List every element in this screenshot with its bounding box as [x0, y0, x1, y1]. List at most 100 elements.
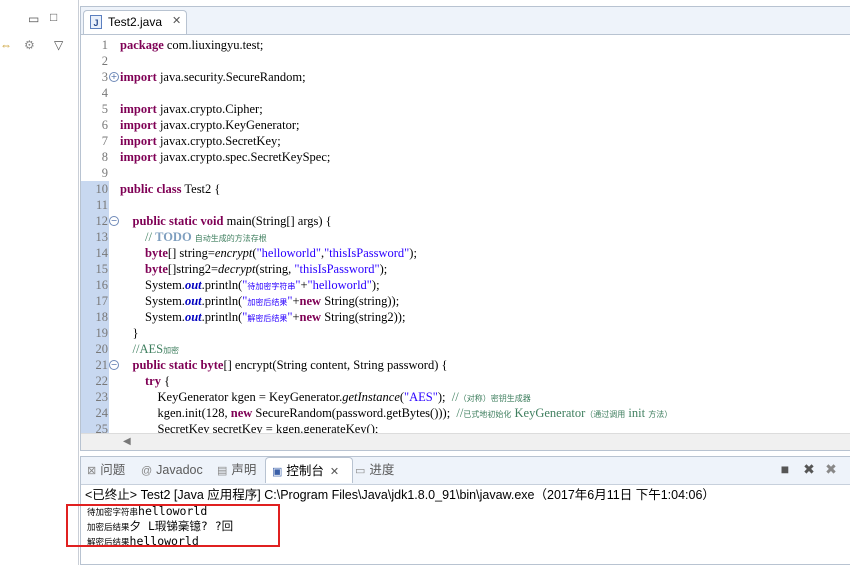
progress-icon: ▭	[355, 465, 366, 477]
code-line[interactable]: 22 try {	[81, 373, 850, 389]
code-line[interactable]: 10 public class Test2 {	[81, 181, 850, 197]
line-number: 9	[101, 166, 108, 180]
tab-label: 声明	[231, 463, 257, 477]
line-number: 21	[95, 358, 109, 372]
minimize-icon[interactable]: ▭	[28, 12, 39, 26]
code-editor: J Test2.java ✕ 1 package com.liuxingyu.te…	[80, 6, 850, 451]
code-line[interactable]: 15 byte[]string2=decrypt(string, "thisIs…	[81, 261, 850, 277]
line-number: 11	[95, 198, 108, 212]
filter-icon[interactable]: ⚙	[24, 38, 35, 52]
terminate-icon[interactable]: ■	[777, 461, 793, 477]
tab-test2-java[interactable]: J Test2.java ✕	[83, 10, 187, 34]
code-line[interactable]: 11	[81, 197, 850, 213]
code-line[interactable]: 21− public static byte[] encrypt(String …	[81, 357, 850, 373]
line-number: 18	[95, 310, 109, 324]
code-line[interactable]: 2	[81, 53, 850, 69]
code-line[interactable]: 17 System.out.println("加密后结果"+new String…	[81, 293, 850, 309]
close-icon[interactable]: ✕	[172, 14, 181, 27]
view-menu-icon[interactable]: ▽	[54, 38, 63, 52]
line-number: 16	[95, 278, 109, 292]
tab-label: 进度	[369, 463, 395, 477]
line-number: 8	[101, 150, 108, 164]
tab-label: Javadoc	[156, 463, 203, 477]
remove-launch-icon[interactable]: ✖	[801, 461, 817, 477]
tab-problems[interactable]: ⊠ 问题	[87, 457, 125, 483]
tab-progress[interactable]: ▭ 进度	[355, 457, 394, 483]
problems-icon: ⊠	[87, 465, 97, 477]
highlight-annotation-box	[66, 504, 280, 547]
horizontal-scrollbar[interactable]: ◀	[81, 433, 850, 450]
line-number: 13	[95, 230, 109, 244]
line-number: 6	[101, 118, 108, 132]
tab-title: Test2.java	[108, 15, 163, 29]
code-line[interactable]: 20 //AES加密	[81, 341, 850, 357]
tab-declaration[interactable]: ▤ 声明	[217, 457, 256, 483]
code-line[interactable]: 4	[81, 85, 850, 101]
fold-toggle-icon[interactable]: −	[109, 360, 119, 370]
code-text: }	[120, 326, 139, 340]
line-number: 7	[101, 134, 108, 148]
code-line[interactable]: 14 byte[] string=encrypt("helloworld","t…	[81, 245, 850, 261]
code-text: public static byte[] encrypt(String cont…	[132, 358, 448, 372]
declaration-icon: ▤	[217, 465, 228, 477]
remove-all-icon[interactable]: ✖	[823, 461, 839, 477]
code-text: byte[]string2=decrypt(string, "thisIsPas…	[145, 262, 388, 276]
fold-toggle-icon[interactable]: +	[109, 72, 119, 82]
code-area[interactable]: 1 package com.liuxingyu.test; 2 3 + import ja…	[81, 35, 850, 435]
line-number: 15	[95, 262, 109, 276]
fold-toggle-icon[interactable]: −	[109, 216, 119, 226]
code-text: package com.liuxingyu.test;	[120, 38, 264, 52]
tab-javadoc[interactable]: @ Javadoc	[141, 457, 203, 483]
code-line[interactable]: 5 import javax.crypto.Cipher;	[81, 101, 850, 117]
code-line[interactable]: 24 kgen.init(128, new SecureRandom(passw…	[81, 405, 850, 421]
code-line[interactable]: 8 import javax.crypto.spec.SecretKeySpec;	[81, 149, 850, 165]
code-text: public class Test2 {	[120, 182, 221, 196]
code-line[interactable]: 12− public static void main(String[] arg…	[81, 213, 850, 229]
package-explorer-strip: ▭ □ ⇔ ⚙ ▽	[0, 0, 79, 565]
code-line[interactable]: 3 + import java.security.SecureRandom;	[81, 69, 850, 85]
line-number: 24	[95, 406, 109, 420]
code-line[interactable]: 1 package com.liuxingyu.test;	[81, 37, 850, 53]
code-text: import javax.crypto.spec.SecretKeySpec;	[120, 150, 331, 164]
line-number: 5	[101, 102, 108, 116]
code-text: byte[] string=encrypt("helloworld","this…	[145, 246, 417, 260]
line-number: 1	[101, 38, 108, 52]
editor-tab-bar: J Test2.java ✕	[81, 7, 850, 35]
line-number: 14	[95, 246, 109, 260]
tab-label: 控制台	[286, 464, 324, 478]
close-icon[interactable]: ✕	[330, 466, 339, 478]
code-text: public static void main(String[] args) {	[132, 214, 332, 228]
line-number: 23	[95, 390, 109, 404]
code-line[interactable]: 7 import javax.crypto.SecretKey;	[81, 133, 850, 149]
console-icon: ▣	[272, 466, 283, 478]
code-line[interactable]: 9	[81, 165, 850, 181]
code-line[interactable]: 19 }	[81, 325, 850, 341]
code-line[interactable]: 13 // TODO 自动生成的方法存根	[81, 229, 850, 245]
scroll-left-icon[interactable]: ◀	[123, 436, 131, 447]
code-line[interactable]: 16 System.out.println("待加密字符串"+"hellowor…	[81, 277, 850, 293]
code-line[interactable]: 23 KeyGenerator kgen = KeyGenerator.getI…	[81, 389, 850, 405]
java-file-icon: J	[90, 15, 102, 29]
line-number: 22	[95, 374, 109, 388]
code-text: import javax.crypto.SecretKey;	[120, 134, 281, 148]
tab-label: 问题	[100, 463, 126, 477]
line-number: 17	[95, 294, 109, 308]
code-text: import javax.crypto.Cipher;	[120, 102, 263, 116]
javadoc-icon: @	[141, 465, 153, 477]
tab-console[interactable]: ▣ 控制台 ✕	[265, 457, 353, 483]
maximize-icon[interactable]: □	[50, 10, 57, 24]
line-number: 4	[101, 86, 108, 100]
code-line[interactable]: 6 import javax.crypto.KeyGenerator;	[81, 117, 850, 133]
console-status: <已终止> Test2 [Java 应用程序] C:\Program Files…	[85, 488, 715, 502]
line-number: 10	[95, 182, 109, 196]
code-text: import javax.crypto.KeyGenerator;	[120, 118, 300, 132]
link-editor-icon[interactable]: ⇔	[0, 38, 12, 52]
panel-tab-bar: ⊠ 问题 @ Javadoc ▤ 声明 ▣ 控制台 ✕ ▭ 进度 ■ ✖ ✖	[81, 457, 850, 485]
code-line[interactable]: 18 System.out.println("解密后结果"+new String…	[81, 309, 850, 325]
line-number: 12	[95, 214, 109, 228]
line-number: 3	[101, 70, 108, 84]
code-text: import java.security.SecureRandom;	[120, 70, 306, 84]
line-number: 20	[95, 342, 109, 356]
code-text: try {	[145, 374, 171, 388]
line-number: 19	[95, 326, 109, 340]
